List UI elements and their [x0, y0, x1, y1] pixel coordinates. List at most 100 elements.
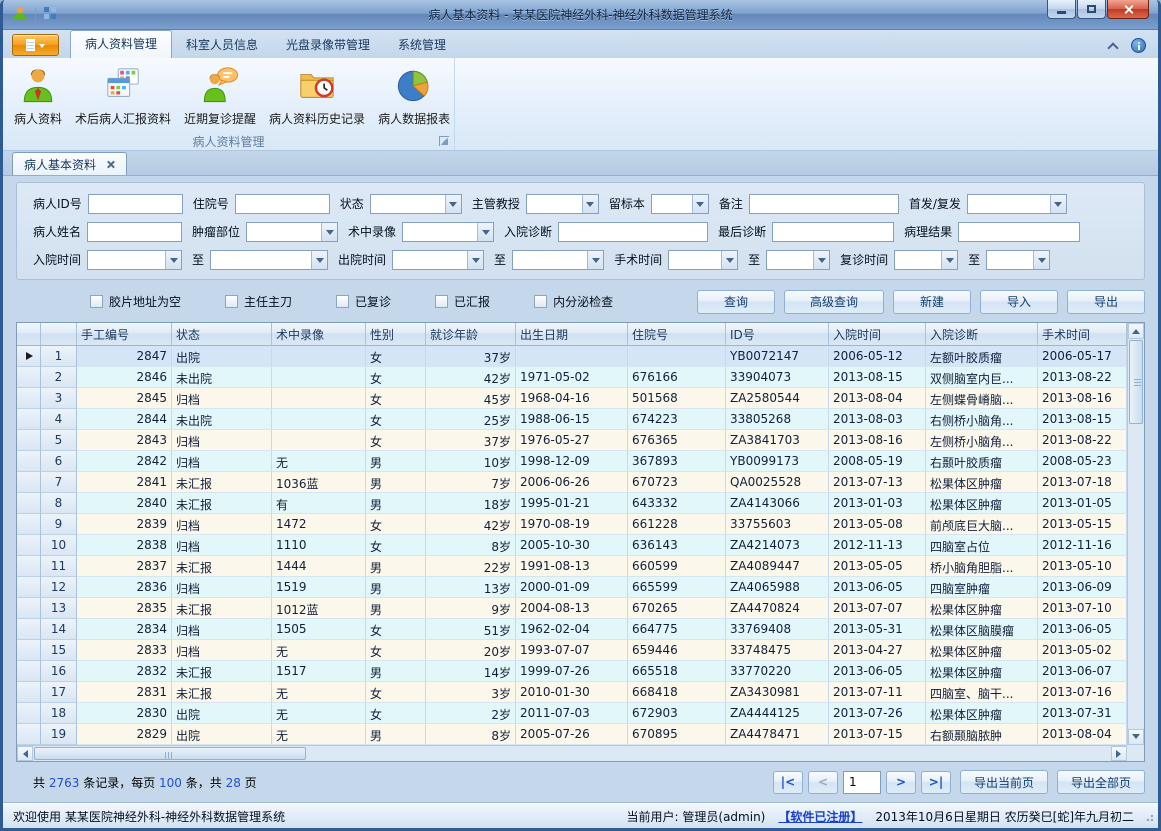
row-indicator-icon — [26, 352, 37, 360]
ribbon-button-patient-data[interactable]: 病人资料 — [9, 63, 67, 130]
table-row[interactable]: 182830出院无女2岁2011-07-03672903ZA4444125201… — [17, 703, 1127, 724]
patient-id-input[interactable] — [88, 194, 183, 214]
column-header-2[interactable]: 状态 — [172, 323, 272, 346]
ribbon-tab-system-management[interactable]: 系统管理 — [384, 32, 460, 58]
admission-diagnosis-input[interactable] — [558, 222, 708, 242]
table-row[interactable]: 102838归档1110女8岁2005-10-30636143ZA4214073… — [17, 535, 1127, 556]
first-recurrence-select[interactable] — [967, 194, 1067, 214]
column-header-9[interactable]: 入院时间 — [829, 323, 926, 346]
table-row[interactable]: 142834归档1505女51岁1962-02-0466477533769408… — [17, 619, 1127, 640]
table-row[interactable]: 162832未汇报1517男14岁1999-07-266655183377022… — [17, 661, 1127, 682]
column-header-11[interactable]: 手术时间 — [1038, 323, 1127, 346]
hospital-number-input[interactable] — [235, 194, 330, 214]
last-page-button[interactable]: >| — [921, 771, 951, 794]
new-button[interactable]: 新建 — [893, 290, 971, 314]
dialog-launcher-icon[interactable] — [439, 136, 449, 146]
table-row[interactable]: 72841未汇报1036蓝男7岁2006-06-26670723QA002552… — [17, 472, 1127, 493]
checkbox-chief-surgeon[interactable]: 主任主刀 — [225, 293, 292, 310]
advanced-query-button[interactable]: 高级查询 — [784, 290, 884, 314]
checkbox-endocrine-exam[interactable]: 内分泌检查 — [534, 293, 613, 310]
ribbon-tab-department-staff[interactable]: 科室人员信息 — [172, 32, 272, 58]
table-row[interactable]: 192829出院无男8岁2005-07-26670895ZA4478471201… — [17, 724, 1127, 745]
ribbon-tab-patient-management[interactable]: 病人资料管理 — [70, 30, 172, 58]
vertical-scroll-thumb[interactable] — [1129, 340, 1143, 424]
close-button[interactable] — [1107, 0, 1149, 19]
patient-name-input[interactable] — [87, 222, 182, 242]
followup-date-to-select[interactable] — [986, 250, 1050, 270]
column-header-1[interactable]: 手工编号 — [77, 323, 172, 346]
surgery-video-select[interactable] — [402, 222, 494, 242]
table-row[interactable]: 152833归档无女20岁1993-07-0765944633748475201… — [17, 640, 1127, 661]
admission-date-from-select[interactable] — [87, 250, 182, 270]
modules-grid-icon[interactable] — [43, 6, 57, 23]
column-header-10[interactable]: 入院诊断 — [926, 323, 1038, 346]
export-current-page-button[interactable]: 导出当前页 — [960, 770, 1048, 794]
maximize-button[interactable] — [1077, 0, 1106, 19]
page-input[interactable] — [843, 771, 881, 794]
surgery-date-from-select[interactable] — [668, 250, 738, 270]
import-button[interactable]: 导入 — [980, 290, 1058, 314]
table-row[interactable]: 12847出院女37岁YB00721472006-05-12左额叶胶质瘤2006… — [17, 346, 1127, 367]
pathology-result-input[interactable] — [958, 222, 1080, 242]
info-icon[interactable] — [1131, 38, 1146, 53]
scroll-right-button[interactable] — [1111, 746, 1127, 761]
export-all-pages-button[interactable]: 导出全部页 — [1057, 770, 1145, 794]
table-row[interactable]: 42844未出院女25岁1988-06-15674223338052682013… — [17, 409, 1127, 430]
horizontal-scrollbar[interactable] — [17, 745, 1127, 761]
next-page-button[interactable]: > — [886, 771, 916, 794]
table-row[interactable]: 22846未出院女42岁1971-05-02676166339040732013… — [17, 367, 1127, 388]
followup-date-from-select[interactable] — [894, 250, 958, 270]
cell: 674223 — [628, 409, 726, 430]
minimize-button[interactable] — [1047, 0, 1076, 19]
final-diagnosis-input[interactable] — [772, 222, 894, 242]
tumor-site-select[interactable] — [246, 222, 338, 242]
chief-professor-select[interactable] — [526, 194, 599, 214]
table-row[interactable]: 32845归档女45岁1968-04-16501568ZA25805442013… — [17, 388, 1127, 409]
ribbon-button-data-report[interactable]: 病人数据报表 — [373, 63, 455, 130]
table-row[interactable]: 112837未汇报1444男22岁1991-08-13660599ZA40894… — [17, 556, 1127, 577]
table-row[interactable]: 52843归档女37岁1976-05-27676365ZA38417032013… — [17, 430, 1127, 451]
checkbox-reported[interactable]: 已汇报 — [435, 293, 490, 310]
horizontal-scroll-thumb[interactable] — [34, 747, 306, 760]
ribbon-button-followup-reminder[interactable]: 近期复诊提醒 — [179, 63, 261, 130]
table-row[interactable]: 82840未汇报有男18岁1995-01-21643332ZA414306620… — [17, 493, 1127, 514]
table-row[interactable]: 122836归档1519男13岁2000-01-09665599ZA406598… — [17, 577, 1127, 598]
column-header-4[interactable]: 性别 — [366, 323, 426, 346]
scroll-left-button[interactable] — [17, 746, 33, 761]
export-button[interactable]: 导出 — [1067, 290, 1145, 314]
cell: QA0025528 — [726, 472, 829, 493]
column-header-6[interactable]: 出生日期 — [516, 323, 628, 346]
discharge-date-from-select[interactable] — [392, 250, 484, 270]
ribbon-button-history[interactable]: 病人资料历史记录 — [264, 63, 370, 130]
column-header-7[interactable]: 住院号 — [628, 323, 726, 346]
prev-page-button[interactable]: < — [808, 771, 838, 794]
collapse-ribbon-icon[interactable] — [1107, 42, 1118, 53]
document-tab-patient-basic-info[interactable]: 病人基本资料 — [12, 152, 127, 175]
status-select[interactable] — [370, 194, 462, 214]
scroll-up-button[interactable] — [1128, 323, 1144, 339]
ribbon-button-postop-report[interactable]: 术后病人汇报资料 — [70, 63, 176, 130]
software-registered-link[interactable]: 【软件已注册】 — [778, 808, 862, 825]
close-tab-icon[interactable] — [106, 160, 115, 169]
discharge-date-to-select[interactable] — [512, 250, 604, 270]
remarks-input[interactable] — [749, 194, 899, 214]
admission-date-to-select[interactable] — [210, 250, 328, 270]
app-person-icon[interactable] — [12, 5, 28, 24]
ribbon-tab-disc-video-management[interactable]: 光盘录像带管理 — [272, 32, 384, 58]
scroll-down-button[interactable] — [1128, 729, 1144, 745]
column-header-3[interactable]: 术中录像 — [272, 323, 366, 346]
table-row[interactable]: 172831未汇报无女3岁2010-01-30668418ZA343098120… — [17, 682, 1127, 703]
table-row[interactable]: 132835未汇报1012蓝男9岁2004-08-13670265ZA44708… — [17, 598, 1127, 619]
first-page-button[interactable]: |< — [773, 771, 803, 794]
column-header-5[interactable]: 就诊年龄 — [426, 323, 516, 346]
query-button[interactable]: 查询 — [697, 290, 775, 314]
surgery-date-to-select[interactable] — [766, 250, 830, 270]
checkbox-followed-up[interactable]: 已复诊 — [336, 293, 391, 310]
specimen-select[interactable] — [651, 194, 709, 214]
table-row[interactable]: 62842归档无男10岁1998-12-09367893YB0099173200… — [17, 451, 1127, 472]
table-row[interactable]: 92839归档1472女42岁1970-08-19661228337556032… — [17, 514, 1127, 535]
checkbox-film-address-empty[interactable]: 胶片地址为空 — [90, 293, 181, 310]
application-menu-button[interactable] — [12, 34, 59, 56]
column-header-8[interactable]: ID号 — [726, 323, 829, 346]
vertical-scrollbar[interactable] — [1127, 323, 1144, 745]
